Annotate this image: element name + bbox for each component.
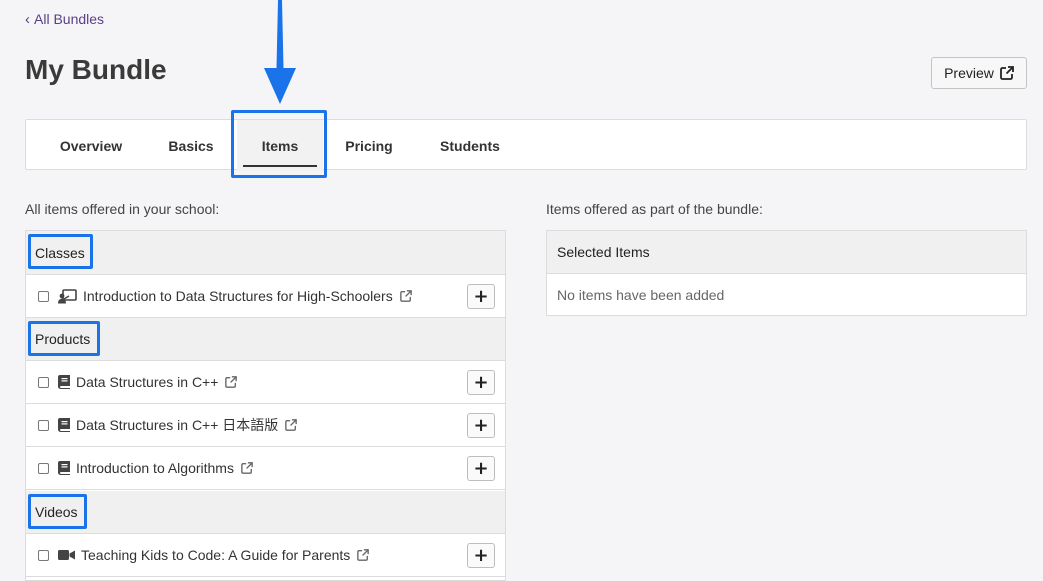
selected-items-panel: Selected Items No items have been added bbox=[546, 230, 1027, 316]
item-name: Data Structures in C++ bbox=[76, 374, 219, 390]
list-item: Data Structures in C++ + bbox=[26, 361, 505, 404]
item-checkbox[interactable] bbox=[38, 549, 49, 561]
preview-button[interactable]: Preview bbox=[931, 57, 1027, 89]
item-name: Teaching Kids to Code: A Guide for Paren… bbox=[81, 547, 351, 563]
tab-overview[interactable]: Overview bbox=[43, 120, 139, 171]
live-class-icon bbox=[58, 288, 77, 304]
external-link-icon[interactable] bbox=[225, 376, 238, 388]
add-item-button[interactable]: + bbox=[467, 543, 495, 568]
book-icon bbox=[58, 418, 70, 432]
external-link-icon[interactable] bbox=[357, 549, 370, 561]
category-header-products: Products bbox=[26, 318, 505, 361]
external-link-icon[interactable] bbox=[399, 290, 412, 302]
item-checkbox[interactable] bbox=[38, 290, 49, 302]
annotation-arrow-icon bbox=[264, 0, 296, 104]
chevron-left-icon: ‹ bbox=[25, 10, 30, 28]
add-item-button[interactable]: + bbox=[467, 370, 495, 395]
add-item-button[interactable]: + bbox=[467, 413, 495, 438]
item-checkbox[interactable] bbox=[38, 376, 49, 388]
list-item: Data Structures in C++ 日本語版 + bbox=[26, 404, 505, 447]
item-checkbox[interactable] bbox=[38, 419, 49, 431]
school-items-label: All items offered in your school: bbox=[25, 201, 220, 217]
item-name: Data Structures in C++ 日本語版 bbox=[76, 417, 279, 433]
tab-basics[interactable]: Basics bbox=[144, 120, 238, 171]
add-item-button[interactable]: + bbox=[467, 284, 495, 309]
video-camera-icon bbox=[58, 549, 75, 561]
item-name: Introduction to Algorithms bbox=[76, 460, 234, 476]
bundle-items-label: Items offered as part of the bundle: bbox=[546, 201, 763, 217]
tab-items[interactable]: Items bbox=[237, 120, 323, 171]
school-items-panel: Classes Introduction to Data Structures … bbox=[25, 230, 506, 581]
item-name: Introduction to Data Structures for High… bbox=[83, 288, 393, 304]
empty-state-text: No items have been added bbox=[557, 286, 725, 303]
add-item-button[interactable]: + bbox=[467, 456, 495, 481]
preview-button-label: Preview bbox=[944, 65, 994, 81]
external-link-icon[interactable] bbox=[285, 419, 298, 431]
tab-students[interactable]: Students bbox=[424, 120, 516, 171]
page-title: My Bundle bbox=[25, 54, 167, 85]
category-header-videos: Videos bbox=[26, 491, 505, 534]
list-item: Teaching Kids to Code: A Guide for Paren… bbox=[26, 534, 505, 577]
tab-pricing[interactable]: Pricing bbox=[325, 120, 413, 171]
list-item: Introduction to Data Structures for High… bbox=[26, 275, 505, 318]
back-link-label: All Bundles bbox=[34, 11, 105, 27]
book-icon bbox=[58, 461, 70, 475]
category-header-classes: Classes bbox=[26, 231, 505, 275]
item-checkbox[interactable] bbox=[38, 462, 49, 474]
back-link-all-bundles[interactable]: ‹ All Bundles bbox=[25, 11, 104, 27]
list-item: Introduction to Algorithms + bbox=[26, 447, 505, 490]
tab-bar: Overview Basics Items Pricing Students bbox=[25, 119, 1027, 171]
external-link-icon[interactable] bbox=[241, 462, 253, 474]
external-link-icon bbox=[999, 66, 1014, 80]
book-icon bbox=[58, 375, 70, 389]
selected-items-header: Selected Items bbox=[547, 231, 1026, 274]
